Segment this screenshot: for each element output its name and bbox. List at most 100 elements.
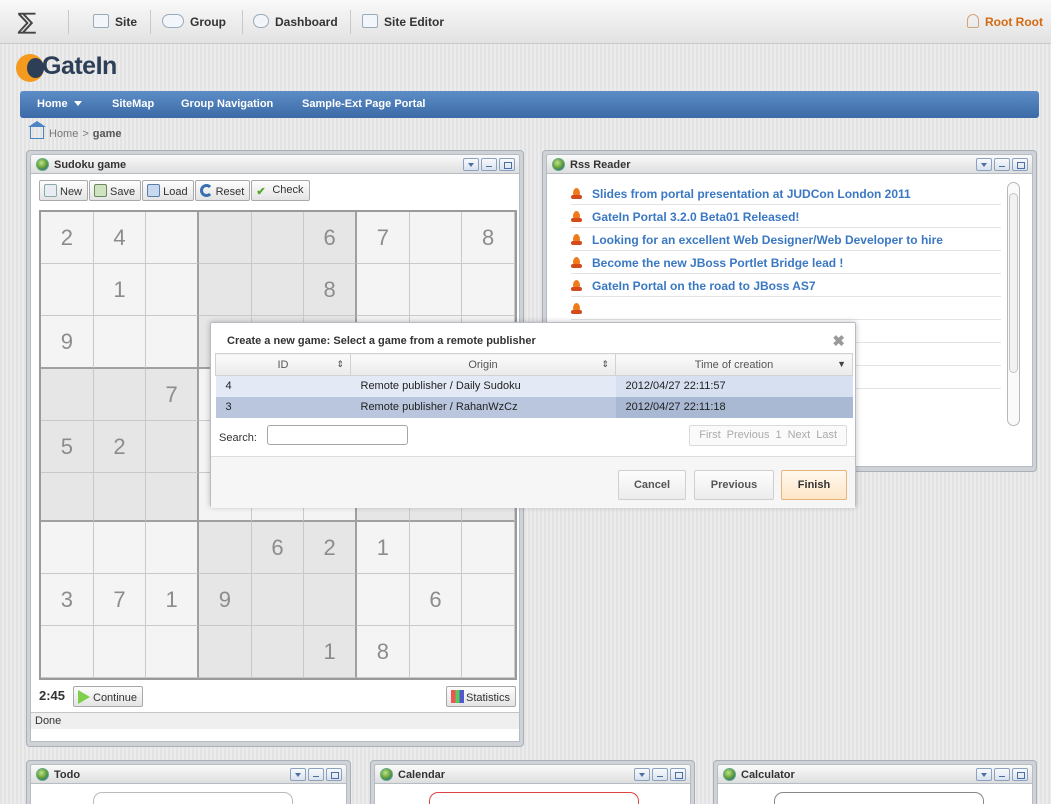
rss-item[interactable]: Become the new JBoss Portlet Bridge lead… (571, 251, 1001, 274)
close-icon[interactable]: ✖ (832, 332, 845, 350)
sudoku-cell[interactable]: 5 (41, 421, 94, 473)
sudoku-cell[interactable] (93, 369, 147, 421)
minimize-icon[interactable] (994, 158, 1010, 171)
column-header-origin[interactable]: Origin ⇕ (350, 353, 616, 376)
sudoku-cell[interactable]: 1 (146, 574, 199, 626)
sudoku-cell[interactable]: 1 (304, 626, 357, 678)
rss-item[interactable]: GateIn Portal on the road to JBoss AS7 (571, 274, 1001, 297)
maximize-icon[interactable] (326, 768, 342, 781)
sudoku-cell[interactable] (462, 264, 515, 316)
statistics-button[interactable]: Statistics (445, 686, 516, 707)
breadcrumb-home[interactable]: Home (49, 128, 78, 140)
sudoku-cell[interactable]: 9 (41, 316, 94, 369)
sudoku-cell[interactable]: 2 (93, 421, 147, 473)
sudoku-cell[interactable] (93, 626, 147, 678)
sudoku-cell[interactable]: 1 (93, 264, 147, 316)
sudoku-cell[interactable] (146, 626, 199, 678)
dropdown-icon[interactable] (463, 158, 479, 171)
sudoku-cell[interactable] (251, 212, 305, 264)
sudoku-cell[interactable] (251, 264, 305, 316)
sudoku-cell[interactable] (93, 522, 147, 574)
toolbar-group[interactable]: Group (162, 14, 226, 29)
sudoku-cell[interactable] (199, 626, 252, 678)
sudoku-cell[interactable] (409, 522, 463, 574)
minimize-icon[interactable] (308, 768, 324, 781)
page-number[interactable]: 1 (775, 429, 781, 441)
finish-button[interactable]: Finish (781, 470, 847, 500)
table-row[interactable]: 4 Remote publisher / Daily Sudoku 2012/0… (215, 375, 853, 397)
sudoku-cell[interactable]: 6 (409, 574, 463, 626)
sudoku-cell[interactable]: 1 (357, 522, 410, 574)
sudoku-cell[interactable] (251, 574, 305, 626)
sudoku-cell[interactable] (462, 626, 515, 678)
page-last[interactable]: Last (816, 429, 837, 441)
maximize-icon[interactable] (499, 158, 515, 171)
page-next[interactable]: Next (788, 429, 811, 441)
continue-button[interactable]: Continue (73, 686, 144, 707)
minimize-icon[interactable] (994, 768, 1010, 781)
sudoku-cell[interactable] (199, 212, 252, 264)
sudoku-cell[interactable] (146, 421, 199, 473)
rss-scrollbar[interactable] (1007, 182, 1020, 426)
toolbar-site-editor[interactable]: Site Editor (362, 14, 444, 29)
rss-item[interactable] (571, 297, 1001, 320)
sudoku-cell[interactable]: 7 (146, 369, 199, 421)
toolbar-dashboard[interactable]: Dashboard (253, 14, 338, 29)
toolbar-site[interactable]: Site (93, 14, 137, 29)
sudoku-cell[interactable]: 2 (304, 522, 357, 574)
sudoku-cell[interactable] (251, 626, 305, 678)
portlet-titlebar[interactable]: Sudoku game (30, 154, 520, 174)
previous-button[interactable]: Previous (694, 470, 774, 500)
sudoku-cell[interactable] (146, 316, 199, 369)
portlet-titlebar[interactable]: Todo (30, 764, 347, 784)
sudoku-cell[interactable] (409, 626, 463, 678)
portlet-titlebar[interactable]: Calendar (374, 764, 691, 784)
sudoku-cell[interactable]: 6 (304, 212, 357, 264)
sudoku-cell[interactable] (357, 574, 410, 626)
sudoku-cell[interactable] (409, 212, 463, 264)
nav-sitemap[interactable]: SiteMap (112, 98, 154, 110)
reset-button[interactable]: Reset (194, 180, 251, 201)
nav-group-navigation[interactable]: Group Navigation (181, 98, 273, 110)
dropdown-icon[interactable] (976, 158, 992, 171)
sudoku-cell[interactable] (462, 574, 515, 626)
sudoku-cell[interactable] (357, 264, 410, 316)
sudoku-cell[interactable]: 9 (199, 574, 252, 626)
sudoku-cell[interactable]: 2 (41, 212, 94, 264)
minimize-icon[interactable] (652, 768, 668, 781)
sudoku-cell[interactable] (304, 574, 357, 626)
rss-item[interactable]: Looking for an excellent Web Designer/We… (571, 228, 1001, 251)
scrollbar-thumb[interactable] (1009, 193, 1018, 373)
column-header-time[interactable]: Time of creation ▼ (615, 353, 853, 376)
sudoku-cell[interactable] (41, 473, 94, 522)
maximize-icon[interactable] (1012, 768, 1028, 781)
sudoku-cell[interactable] (199, 522, 252, 574)
page-previous[interactable]: Previous (727, 429, 770, 441)
sudoku-cell[interactable] (199, 264, 252, 316)
dropdown-icon[interactable] (290, 768, 306, 781)
sudoku-cell[interactable] (41, 626, 94, 678)
column-header-id[interactable]: ID ⇕ (215, 353, 351, 376)
sudoku-cell[interactable]: 8 (304, 264, 357, 316)
gatein-menu-icon[interactable]: ⅀ (18, 9, 36, 35)
nav-sample-ext-page-portal[interactable]: Sample-Ext Page Portal (302, 98, 426, 110)
table-row[interactable]: 3 Remote publisher / RahanWzCz 2012/04/2… (215, 396, 853, 418)
sudoku-cell[interactable] (146, 212, 199, 264)
maximize-icon[interactable] (1012, 158, 1028, 171)
sudoku-cell[interactable] (146, 522, 199, 574)
rss-item[interactable]: GateIn Portal 3.2.0 Beta01 Released! (571, 205, 1001, 228)
cancel-button[interactable]: Cancel (618, 470, 686, 500)
save-button[interactable]: Save (89, 180, 142, 201)
sudoku-cell[interactable]: 8 (462, 212, 515, 264)
sudoku-cell[interactable]: 3 (41, 574, 94, 626)
sudoku-cell[interactable] (41, 264, 94, 316)
dropdown-icon[interactable] (976, 768, 992, 781)
check-button[interactable]: ✔ Check (251, 180, 310, 201)
sudoku-cell[interactable] (146, 473, 199, 522)
page-first[interactable]: First (699, 429, 720, 441)
sudoku-cell[interactable] (93, 316, 147, 369)
sudoku-cell[interactable]: 4 (93, 212, 147, 264)
user-menu[interactable]: Root Root (967, 14, 1043, 29)
load-button[interactable]: Load (142, 180, 194, 201)
sudoku-cell[interactable] (41, 522, 94, 574)
